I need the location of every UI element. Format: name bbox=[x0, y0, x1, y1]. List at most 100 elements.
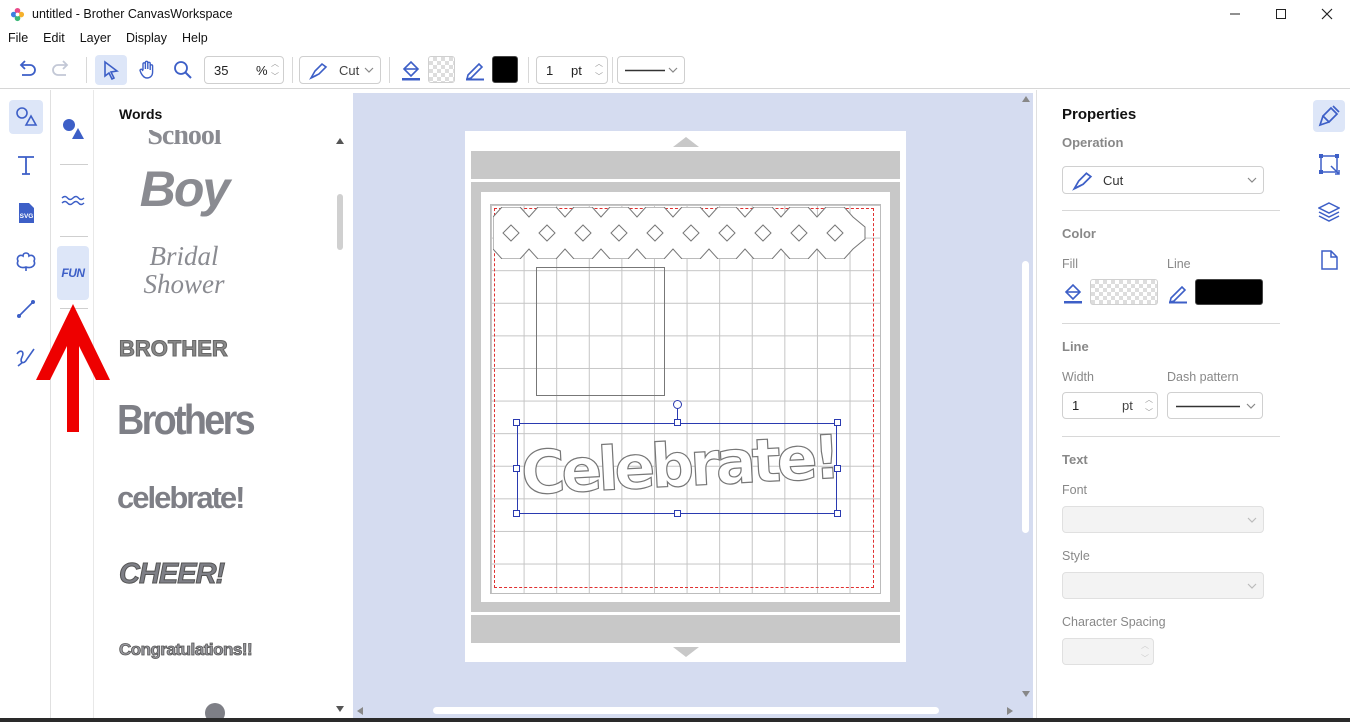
window-title: untitled - Brother CanvasWorkspace bbox=[32, 7, 233, 21]
word-item-bridal-shower[interactable]: Bridal Shower bbox=[129, 242, 239, 298]
maximize-button[interactable] bbox=[1258, 0, 1304, 28]
words-scroll-thumb[interactable] bbox=[337, 194, 343, 250]
fill-color-swatch[interactable] bbox=[1090, 279, 1158, 305]
resize-handle-nw[interactable] bbox=[513, 419, 520, 426]
resize-handle-se[interactable] bbox=[834, 510, 841, 517]
menu-edit[interactable]: Edit bbox=[35, 28, 72, 50]
words-scrollbar[interactable] bbox=[335, 136, 345, 714]
svg-import-button[interactable]: SVG bbox=[9, 196, 43, 230]
chevron-down-icon bbox=[364, 67, 374, 73]
operation-select[interactable]: Cut bbox=[1062, 166, 1264, 194]
menu-file[interactable]: File bbox=[0, 28, 35, 50]
rectangle-shape[interactable] bbox=[536, 267, 665, 396]
line-width-stepper[interactable]: ︿ ﹀ bbox=[593, 59, 605, 81]
zoom-input[interactable]: 35 % ︿ ﹀ bbox=[204, 56, 284, 84]
line-color-swatch[interactable] bbox=[492, 56, 518, 83]
line-width-input[interactable]: 1 pt ︿ ﹀ bbox=[536, 56, 608, 84]
line-width-field-unit: pt bbox=[1122, 398, 1133, 413]
character-spacing-label: Character Spacing bbox=[1062, 615, 1166, 629]
resize-handle-sw[interactable] bbox=[513, 510, 520, 517]
menu-help[interactable]: Help bbox=[174, 28, 215, 50]
shapes-tool-button[interactable] bbox=[9, 100, 43, 134]
character-spacing-stepper[interactable]: ︿ ﹀ bbox=[1139, 641, 1151, 663]
mat-feed-down-icon bbox=[673, 647, 699, 657]
category-borders[interactable] bbox=[57, 174, 89, 228]
canvas-vscroll-thumb[interactable] bbox=[1022, 261, 1029, 533]
transform-tab-button[interactable] bbox=[1313, 148, 1345, 180]
zoom-tool-button[interactable] bbox=[167, 55, 199, 85]
diamond-border-shape[interactable] bbox=[493, 207, 867, 259]
properties-title: Properties bbox=[1062, 106, 1137, 123]
solid-line-icon bbox=[625, 69, 665, 72]
redo-button[interactable] bbox=[46, 55, 76, 85]
line-width-field-stepper[interactable]: ︿ ﹀ bbox=[1143, 395, 1155, 417]
color-heading: Color bbox=[1062, 226, 1096, 241]
toolbar: 35 % ︿ ﹀ Cut 1 pt ︿ ﹀ bbox=[0, 51, 1350, 89]
line-color-swatch[interactable] bbox=[1195, 279, 1263, 305]
shapes-filled-icon bbox=[63, 119, 84, 139]
character-spacing-field[interactable]: ︿ ﹀ bbox=[1062, 638, 1154, 665]
title-bar: untitled - Brother CanvasWorkspace bbox=[0, 0, 1350, 28]
canvas-hscroll-thumb[interactable] bbox=[433, 707, 939, 714]
canvas-hscrollbar[interactable] bbox=[353, 704, 1019, 718]
selection-box bbox=[517, 423, 837, 514]
menu-display[interactable]: Display bbox=[118, 28, 174, 50]
word-item-school[interactable]: School bbox=[119, 130, 249, 152]
canvas-vscrollbar[interactable] bbox=[1019, 93, 1033, 703]
svg-text:SVG: SVG bbox=[20, 213, 34, 220]
category-basic-shapes[interactable] bbox=[57, 102, 89, 156]
text-tool-button[interactable] bbox=[9, 148, 43, 182]
scroll-right-icon[interactable] bbox=[1007, 707, 1013, 715]
operation-dropdown[interactable]: Cut bbox=[299, 56, 381, 84]
canvas-area[interactable]: Celebrate! bbox=[353, 93, 1033, 722]
resize-handle-w[interactable] bbox=[513, 465, 520, 472]
patterns-tool-button[interactable] bbox=[9, 244, 43, 278]
svg-file-icon: SVG bbox=[19, 203, 34, 223]
layers-tab-button[interactable] bbox=[1313, 196, 1345, 228]
zoom-stepper[interactable]: ︿ ﹀ bbox=[269, 59, 281, 81]
operation-value: Cut bbox=[339, 62, 360, 78]
properties-tab-button[interactable] bbox=[1313, 100, 1345, 132]
hand-tool-button[interactable] bbox=[131, 55, 163, 85]
minimize-button[interactable] bbox=[1212, 0, 1258, 28]
line-heading: Line bbox=[1062, 339, 1089, 354]
pen-icon bbox=[465, 62, 484, 81]
menu-layer[interactable]: Layer bbox=[72, 28, 118, 50]
dash-pattern-select[interactable] bbox=[1167, 392, 1263, 419]
scroll-down-icon[interactable] bbox=[1022, 691, 1030, 697]
font-select[interactable] bbox=[1062, 506, 1264, 533]
app-logo-icon bbox=[10, 7, 25, 22]
fill-color-button[interactable] bbox=[398, 55, 424, 85]
celebrate-text-object[interactable]: Celebrate! bbox=[513, 400, 841, 517]
resize-handle-s[interactable] bbox=[674, 510, 681, 517]
select-tool-button[interactable] bbox=[95, 55, 127, 85]
scroll-left-icon[interactable] bbox=[357, 707, 363, 715]
line-color-button[interactable] bbox=[462, 55, 488, 85]
close-button[interactable] bbox=[1304, 0, 1350, 28]
hand-icon bbox=[139, 60, 154, 79]
word-item-brothers[interactable]: Brothers bbox=[117, 396, 256, 444]
magnifier-icon bbox=[174, 61, 192, 79]
scroll-down-icon[interactable] bbox=[336, 706, 344, 712]
resize-handle-n[interactable] bbox=[674, 419, 681, 426]
style-select[interactable] bbox=[1062, 572, 1264, 599]
word-item-cheer[interactable]: CHEER! bbox=[119, 558, 249, 591]
word-item-boy[interactable]: Boy bbox=[119, 160, 249, 218]
rotate-handle[interactable] bbox=[673, 400, 682, 409]
category-fun-words[interactable]: FUN bbox=[57, 246, 89, 300]
undo-button[interactable] bbox=[12, 55, 42, 85]
dash-pattern-dropdown[interactable] bbox=[617, 56, 685, 84]
word-item-celebrate[interactable]: celebrate! bbox=[117, 480, 247, 516]
chevron-down-icon bbox=[1247, 177, 1257, 183]
scroll-up-icon[interactable] bbox=[1022, 96, 1030, 102]
fill-swatch[interactable] bbox=[428, 56, 455, 83]
word-item-congratulations[interactable]: Congratulations!! bbox=[119, 640, 253, 660]
scroll-up-icon[interactable] bbox=[336, 138, 344, 144]
page-tab-button[interactable] bbox=[1313, 244, 1345, 276]
word-item-brother[interactable]: BROTHER bbox=[119, 336, 249, 362]
fun-icon: FUN bbox=[61, 266, 85, 280]
pen-icon bbox=[1168, 285, 1187, 304]
resize-handle-e[interactable] bbox=[834, 465, 841, 472]
line-width-field[interactable]: 1 pt ︿ ﹀ bbox=[1062, 392, 1158, 419]
resize-handle-ne[interactable] bbox=[834, 419, 841, 426]
